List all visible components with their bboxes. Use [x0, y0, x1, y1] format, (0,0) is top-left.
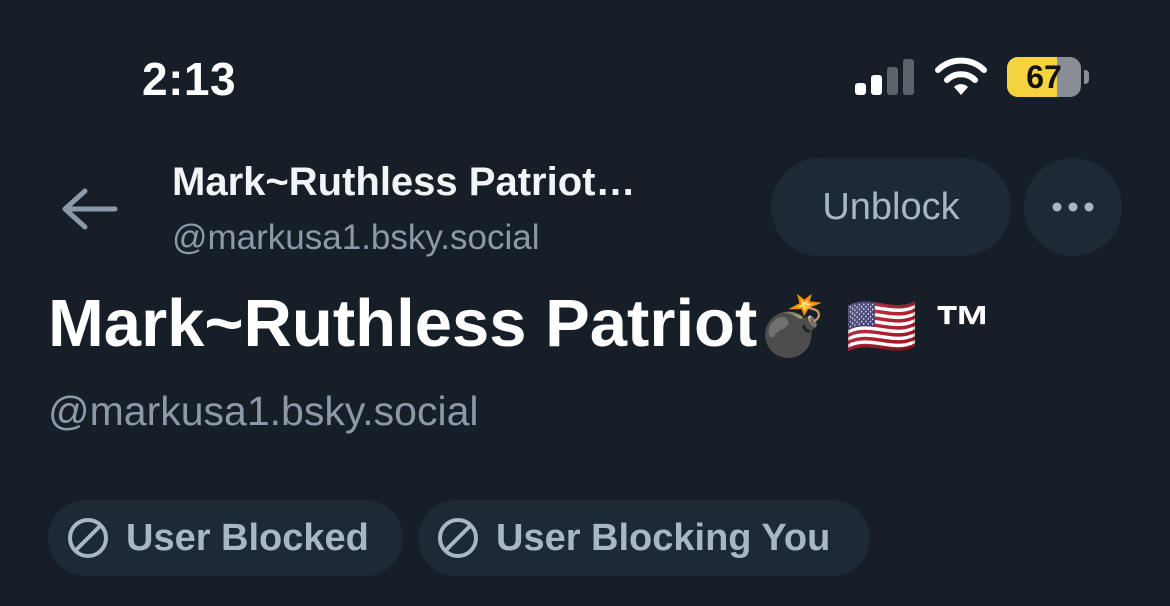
back-button[interactable]	[56, 182, 122, 236]
back-arrow-icon	[62, 188, 118, 230]
user-blocked-pill[interactable]: User Blocked	[48, 500, 403, 576]
signal-icon	[855, 59, 914, 95]
profile-display-name: Mark~Ruthless Patriot💣 🇺🇸 ™	[48, 282, 992, 369]
more-options-button[interactable]	[1024, 158, 1122, 256]
status-icons: 67	[855, 55, 1095, 99]
profile-handle: @markusa1.bsky.social	[48, 388, 479, 434]
wifi-icon	[935, 57, 987, 95]
ban-icon	[68, 518, 108, 558]
header-display-name: Mark~Ruthless Patriot…	[172, 160, 636, 204]
profile-name-suffix: 💣 🇺🇸 ™	[757, 294, 992, 359]
battery-percent: 67	[1026, 59, 1062, 95]
status-time: 2:13	[142, 53, 237, 105]
battery-icon: 67	[1007, 57, 1089, 97]
ellipsis-icon	[1052, 202, 1094, 212]
header-handle: @markusa1.bsky.social	[172, 218, 540, 257]
unblock-button[interactable]: Unblock	[771, 158, 1011, 256]
pill-label: User Blocked	[126, 516, 369, 559]
ban-icon	[438, 518, 478, 558]
profile-name-text: Mark~Ruthless Patriot	[48, 286, 758, 361]
user-blocking-you-pill[interactable]: User Blocking You	[418, 500, 870, 576]
profile-screen: 2:13 67 Mark~Ruthless Patriot… @markusa1…	[0, 0, 1170, 606]
pill-label: User Blocking You	[496, 516, 831, 559]
